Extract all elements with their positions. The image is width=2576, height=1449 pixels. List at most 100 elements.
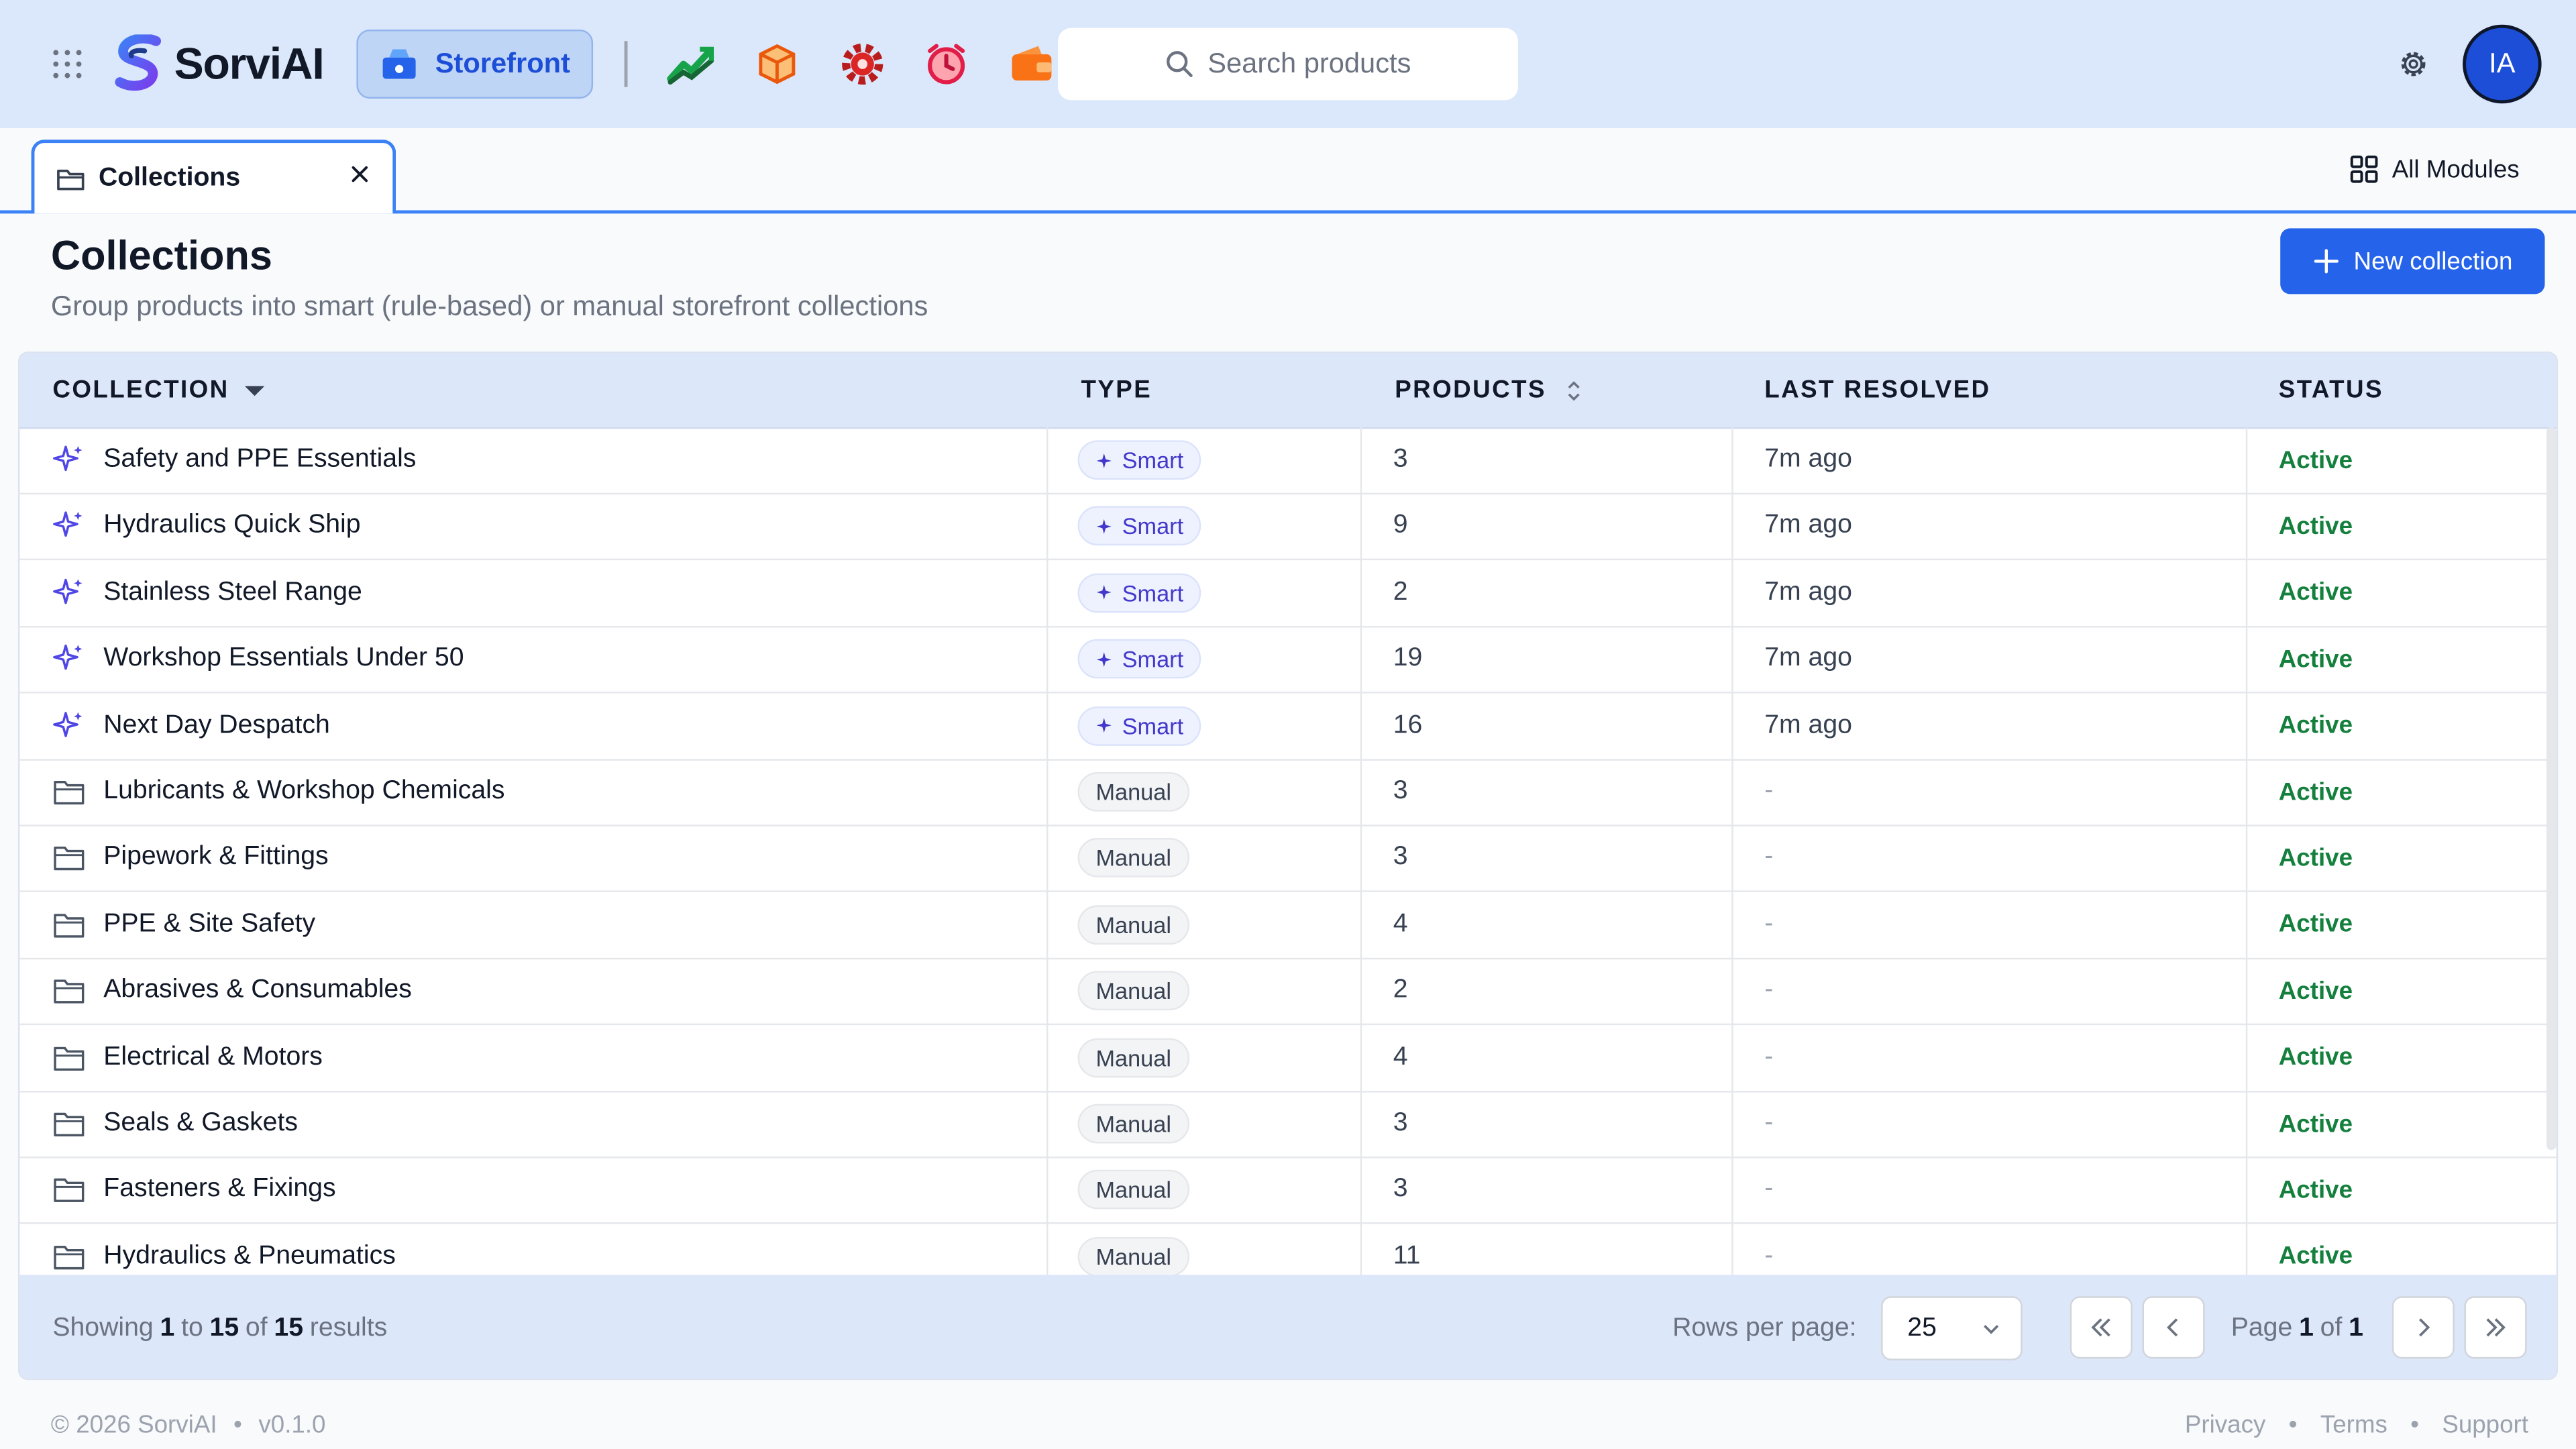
- type-badge: Manual: [1077, 892, 1189, 957]
- products-count: 4: [1393, 1042, 1408, 1071]
- status-badge: Active: [2278, 445, 2353, 474]
- new-collection-label: New collection: [2353, 247, 2513, 276]
- table-row[interactable]: Hydraulics & Pneumatics Manual 11 - Active: [19, 1224, 2556, 1275]
- folder-icon: [52, 1224, 85, 1275]
- table-footer: Showing 1 to 15 of 15 results Rows per p…: [19, 1275, 2557, 1379]
- status-badge: Active: [2278, 977, 2353, 1006]
- sort-icon: [1568, 380, 1580, 400]
- settings-app-icon[interactable]: [837, 38, 889, 90]
- table-row[interactable]: Hydraulics Quick Ship Smart 9 7m ago Active: [19, 494, 2557, 561]
- collection-name[interactable]: Hydraulics Quick Ship: [103, 494, 360, 559]
- status-badge: Active: [2278, 1110, 2353, 1138]
- collection-name[interactable]: Hydraulics & Pneumatics: [103, 1224, 396, 1275]
- table-row[interactable]: Next Day Despatch Smart 16 7m ago Active: [19, 692, 2557, 760]
- analytics-app-icon[interactable]: [665, 38, 718, 90]
- type-label: Smart: [1122, 712, 1184, 739]
- terms-link[interactable]: Terms: [2320, 1410, 2387, 1438]
- table-row[interactable]: Lubricants & Workshop Chemicals Manual 3 - A…: [19, 759, 2557, 826]
- collection-name[interactable]: Abrasives & Consumables: [103, 958, 412, 1024]
- type-label: Manual: [1095, 845, 1171, 871]
- type-label: Manual: [1095, 911, 1171, 938]
- products-count: 16: [1393, 710, 1423, 739]
- table-row[interactable]: Pipework & Fittings Manual 3 - Active: [19, 825, 2557, 893]
- tab-label: Collections: [98, 163, 241, 192]
- table-row[interactable]: Seals & Gaskets Manual 3 - Active: [19, 1091, 2557, 1159]
- sparkle-icon: [52, 627, 85, 692]
- scrollbar[interactable]: [2546, 427, 2557, 1150]
- privacy-link[interactable]: Privacy: [2185, 1410, 2265, 1438]
- type-label: Manual: [1095, 1110, 1171, 1137]
- storefront-module-button[interactable]: Storefront: [356, 30, 594, 99]
- collection-name[interactable]: Next Day Despatch: [103, 692, 330, 758]
- last-resolved: -: [1764, 910, 1774, 938]
- gear-icon[interactable]: [2397, 48, 2430, 80]
- status-badge: Active: [2278, 578, 2353, 607]
- collection-name[interactable]: Pipework & Fittings: [103, 825, 328, 891]
- support-link[interactable]: Support: [2442, 1410, 2528, 1438]
- collection-name[interactable]: Stainless Steel Range: [103, 560, 362, 626]
- type-badge: Smart: [1077, 627, 1202, 692]
- type-label: Manual: [1095, 1243, 1171, 1270]
- status-badge: Active: [2278, 910, 2353, 939]
- collection-name[interactable]: Safety and PPE Essentials: [103, 427, 416, 493]
- first-page-button[interactable]: [2070, 1296, 2133, 1359]
- collection-name[interactable]: Fasteners & Fixings: [103, 1157, 335, 1223]
- table-row[interactable]: Workshop Essentials Under 50 Smart 19 7m ag…: [19, 627, 2557, 694]
- chevrons-left-icon: [2091, 1318, 2110, 1337]
- chevron-left-icon: [2167, 1318, 2178, 1337]
- wallet-app-icon[interactable]: [1006, 38, 1058, 90]
- all-modules-button[interactable]: All Modules: [2349, 154, 2520, 184]
- next-page-button[interactable]: [2392, 1296, 2455, 1359]
- table-row[interactable]: Fasteners & Fixings Manual 3 - Active: [19, 1157, 2557, 1225]
- new-collection-button[interactable]: New collection: [2280, 228, 2545, 294]
- products-count: 9: [1393, 511, 1408, 540]
- sparkle-icon: [1095, 716, 1114, 735]
- page-of-label: of: [2320, 1313, 2343, 1342]
- inventory-app-icon[interactable]: [751, 38, 803, 90]
- results-label: results: [309, 1313, 388, 1342]
- total-value: 15: [274, 1313, 303, 1342]
- type-badge: Smart: [1077, 427, 1202, 493]
- products-count: 11: [1393, 1241, 1421, 1270]
- collection-name[interactable]: Lubricants & Workshop Chemicals: [103, 759, 504, 824]
- type-label: Manual: [1095, 1044, 1171, 1071]
- separator-dot: •: [2288, 1410, 2298, 1439]
- search-placeholder: Search products: [1208, 48, 1411, 79]
- collection-name[interactable]: Workshop Essentials Under 50: [103, 627, 464, 692]
- search-input[interactable]: Search products: [1058, 28, 1518, 101]
- sparkle-icon: [52, 494, 85, 559]
- folder-icon: [52, 1024, 85, 1090]
- tab-collections[interactable]: Collections: [31, 140, 396, 214]
- to-value: 15: [209, 1313, 239, 1342]
- table-row[interactable]: Safety and PPE Essentials Smart 3 7m ago Act…: [19, 427, 2557, 495]
- last-resolved: 7m ago: [1764, 644, 1852, 673]
- products-count: 3: [1393, 445, 1408, 474]
- avatar[interactable]: IA: [2463, 24, 2542, 104]
- last-resolved: 7m ago: [1764, 710, 1852, 739]
- alarm-app-icon[interactable]: [920, 38, 972, 90]
- collection-name[interactable]: PPE & Site Safety: [103, 892, 315, 957]
- previous-page-button[interactable]: [2142, 1296, 2205, 1359]
- table-row[interactable]: Abrasives & Consumables Manual 2 - Active: [19, 958, 2557, 1026]
- collection-name[interactable]: Electrical & Motors: [103, 1024, 323, 1090]
- last-page-button[interactable]: [2464, 1296, 2527, 1359]
- type-badge: Manual: [1077, 825, 1189, 891]
- divider: [624, 41, 628, 87]
- rows-per-page-select[interactable]: 25: [1881, 1296, 2023, 1360]
- table-row[interactable]: Electrical & Motors Manual 4 - Active: [19, 1024, 2557, 1092]
- status-badge: Active: [2278, 645, 2353, 674]
- header-collection[interactable]: COLLECTION: [52, 354, 265, 427]
- header-products[interactable]: PRODUCTS: [1395, 354, 1582, 427]
- type-label: Smart: [1122, 645, 1184, 673]
- sort-desc-icon: [244, 385, 264, 395]
- chevron-right-icon: [2419, 1318, 2430, 1337]
- brand-logo[interactable]: SorviAI: [112, 33, 325, 95]
- table-row[interactable]: PPE & Site Safety Manual 4 - Active: [19, 892, 2557, 959]
- close-icon[interactable]: [348, 162, 371, 185]
- table-body: Safety and PPE Essentials Smart 3 7m ago Act…: [19, 427, 2557, 1275]
- collection-name[interactable]: Seals & Gaskets: [103, 1091, 298, 1157]
- table-row[interactable]: Stainless Steel Range Smart 2 7m ago Active: [19, 560, 2557, 628]
- of-label: of: [245, 1313, 268, 1342]
- app-grid-icon[interactable]: [51, 48, 84, 80]
- last-resolved: -: [1764, 777, 1774, 806]
